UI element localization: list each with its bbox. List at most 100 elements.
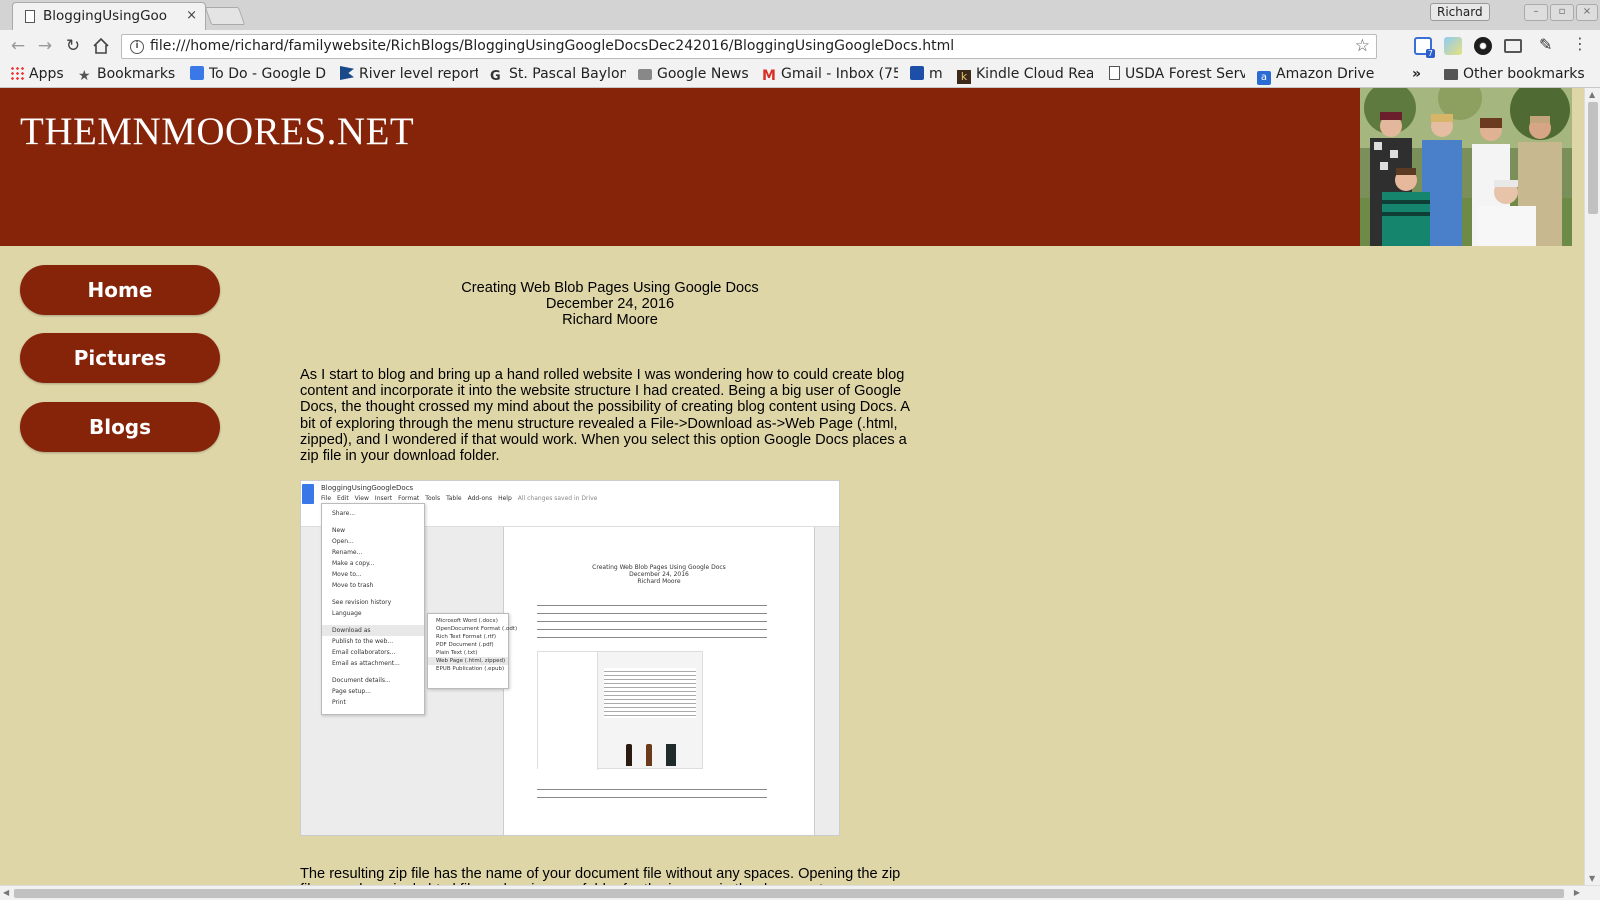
menu-edit: Edit [337, 495, 349, 502]
file-menu-item: Rename... [332, 549, 363, 556]
file-menu-item: Open... [332, 538, 354, 545]
screenshot-extension-icon[interactable] [1444, 37, 1462, 55]
article-intro-paragraph: As I start to blog and bring up a hand r… [300, 367, 910, 465]
doc-heading-line: December 24, 2016 [629, 571, 689, 578]
tab-title: BloggingUsingGoo [43, 8, 168, 24]
menu-icon[interactable]: ⋮ [1572, 34, 1588, 53]
menu-tools: Tools [425, 495, 441, 502]
bookmark-label: St. Pascal Baylon [509, 66, 626, 82]
nav-pictures-button[interactable]: Pictures [20, 333, 220, 383]
apps-grid-icon [10, 66, 24, 80]
tab-strip: BloggingUsingGoo × Richard – ▫ × [0, 0, 1600, 30]
camera-extension-icon[interactable] [1474, 37, 1492, 55]
google-g-icon: G [490, 69, 501, 84]
extension-badge: 7 [1425, 49, 1435, 58]
bookmark-st-pascal[interactable]: G St. Pascal Baylon [490, 66, 626, 84]
article-followup-paragraph: The resulting zip file has the name of y… [300, 866, 901, 885]
vertical-scroll-thumb[interactable] [1588, 102, 1598, 214]
download-option: PDF Document (.pdf) [436, 642, 494, 648]
docs-menubar: File Edit View Insert Format Tools Table… [321, 495, 597, 502]
google-docs-screenshot: BloggingUsingGoogleDocs File Edit View I… [300, 480, 840, 836]
amazon-icon: a [1257, 71, 1271, 85]
bookmark-label: Bookmarks [97, 66, 176, 82]
doc-title: BloggingUsingGoogleDocs [321, 484, 414, 492]
bookmark-gmail[interactable]: M Gmail - Inbox (75 [762, 66, 898, 83]
download-option: OpenDocument Format (.odt) [436, 626, 518, 632]
new-tab-button[interactable] [204, 7, 246, 25]
vertical-scrollbar[interactable]: ▲ ▼ [1584, 88, 1600, 885]
bookmark-river-level[interactable]: River level report [340, 66, 478, 82]
site-title: THEMNMOORES.NET [20, 110, 415, 153]
menu-table: Table [446, 495, 462, 502]
news-icon [638, 69, 652, 80]
extension-icon[interactable]: 7 [1414, 37, 1435, 58]
doc-heading-line: Richard Moore [637, 578, 681, 585]
menu-insert: Insert [374, 495, 393, 502]
other-bookmarks[interactable]: Other bookmarks [1444, 66, 1585, 82]
file-menu-item: Move to trash [332, 582, 374, 589]
bookmark-label: To Do - Google D [209, 66, 326, 82]
bookmark-amazon-drive[interactable]: a Amazon Drive [1257, 66, 1374, 85]
file-menu-item: Email collaborators... [332, 649, 396, 656]
file-menu-item: Print [332, 699, 346, 706]
forward-icon[interactable]: → [34, 35, 56, 57]
doc-paragraph-lines [537, 601, 767, 641]
article-header: Creating Web Blob Pages Using Google Doc… [300, 280, 920, 328]
info-icon[interactable]: i [130, 40, 144, 54]
download-option-web-page: Web Page (.html, zipped) [428, 657, 508, 665]
bookmark-m[interactable]: m [910, 66, 943, 82]
bookmark-label: Other bookmarks [1463, 66, 1585, 82]
article-date: December 24, 2016 [545, 296, 675, 312]
file-menu: Share... New Open... Rename... Make a co… [321, 503, 425, 715]
download-submenu: Microsoft Word (.docx) OpenDocument Form… [427, 613, 518, 689]
bookmark-label: Amazon Drive [1276, 66, 1375, 82]
home-icon[interactable] [90, 35, 112, 57]
bookmark-label: Apps [29, 66, 64, 82]
kindle-icon: k [957, 70, 971, 84]
site-header: THEMNMOORES.NET [0, 88, 1572, 246]
download-option: Microsoft Word (.docx) [436, 618, 498, 624]
bookmark-apps[interactable]: Apps [10, 66, 64, 82]
bookmarks-overflow-button[interactable]: » [1412, 66, 1421, 82]
article-author: Richard Moore [562, 312, 658, 328]
google-docs-icon [190, 66, 204, 80]
reload-icon[interactable]: ↻ [62, 35, 84, 57]
docs-logo-icon [302, 484, 314, 504]
horizontal-scroll-thumb[interactable] [14, 889, 1564, 898]
bookmark-google-news[interactable]: Google News [638, 66, 749, 82]
nav-home-button[interactable]: Home [20, 265, 220, 315]
horizontal-scrollbar[interactable]: ◀ ▶ [0, 885, 1600, 900]
address-bar[interactable]: i file:///home/richard/familywebsite/Ric… [121, 34, 1377, 59]
back-icon[interactable]: ← [7, 35, 29, 57]
bookmark-usda[interactable]: USDA Forest Serv [1109, 66, 1245, 82]
page-icon [25, 10, 35, 23]
file-menu-item: Document details... [332, 677, 391, 684]
file-menu-item: Email as attachment... [332, 660, 400, 667]
bookmark-label: Kindle Cloud Rea [976, 66, 1093, 82]
menu-file: File [321, 495, 332, 502]
bookmark-kindle[interactable]: k Kindle Cloud Rea [957, 66, 1093, 84]
url-text: file:///home/richard/familywebsite/RichB… [150, 38, 955, 54]
maximize-button[interactable]: ▫ [1550, 4, 1574, 21]
bookmark-star-icon[interactable]: ☆ [1355, 36, 1370, 56]
file-menu-item: Move to... [332, 571, 362, 578]
close-window-button[interactable]: × [1576, 4, 1598, 21]
browser-tab[interactable]: BloggingUsingGoo × [12, 2, 206, 30]
nav-blogs-button[interactable]: Blogs [20, 402, 220, 452]
minimize-button[interactable]: – [1524, 4, 1548, 21]
file-menu-item: Make a copy... [332, 560, 375, 567]
profile-button[interactable]: Richard [1430, 3, 1490, 21]
download-option: EPUB Publication (.epub) [436, 666, 505, 672]
bookmark-todo[interactable]: To Do - Google D [190, 66, 326, 82]
pen-extension-icon[interactable]: ✎ [1539, 35, 1557, 54]
cast-icon[interactable] [1504, 39, 1522, 53]
page-icon [1109, 66, 1120, 80]
menu-addons: Add-ons [467, 495, 493, 502]
file-menu-item: New [332, 527, 346, 534]
article-title: Creating Web Blob Pages Using Google Doc… [461, 280, 759, 296]
file-menu-item: Language [332, 610, 362, 617]
download-option: Plain Text (.txt) [436, 650, 478, 656]
bookmark-bookmarks[interactable]: ★ Bookmarks [78, 66, 175, 83]
file-menu-item-download-as: Download as [322, 625, 424, 636]
close-tab-icon[interactable]: × [186, 8, 197, 23]
